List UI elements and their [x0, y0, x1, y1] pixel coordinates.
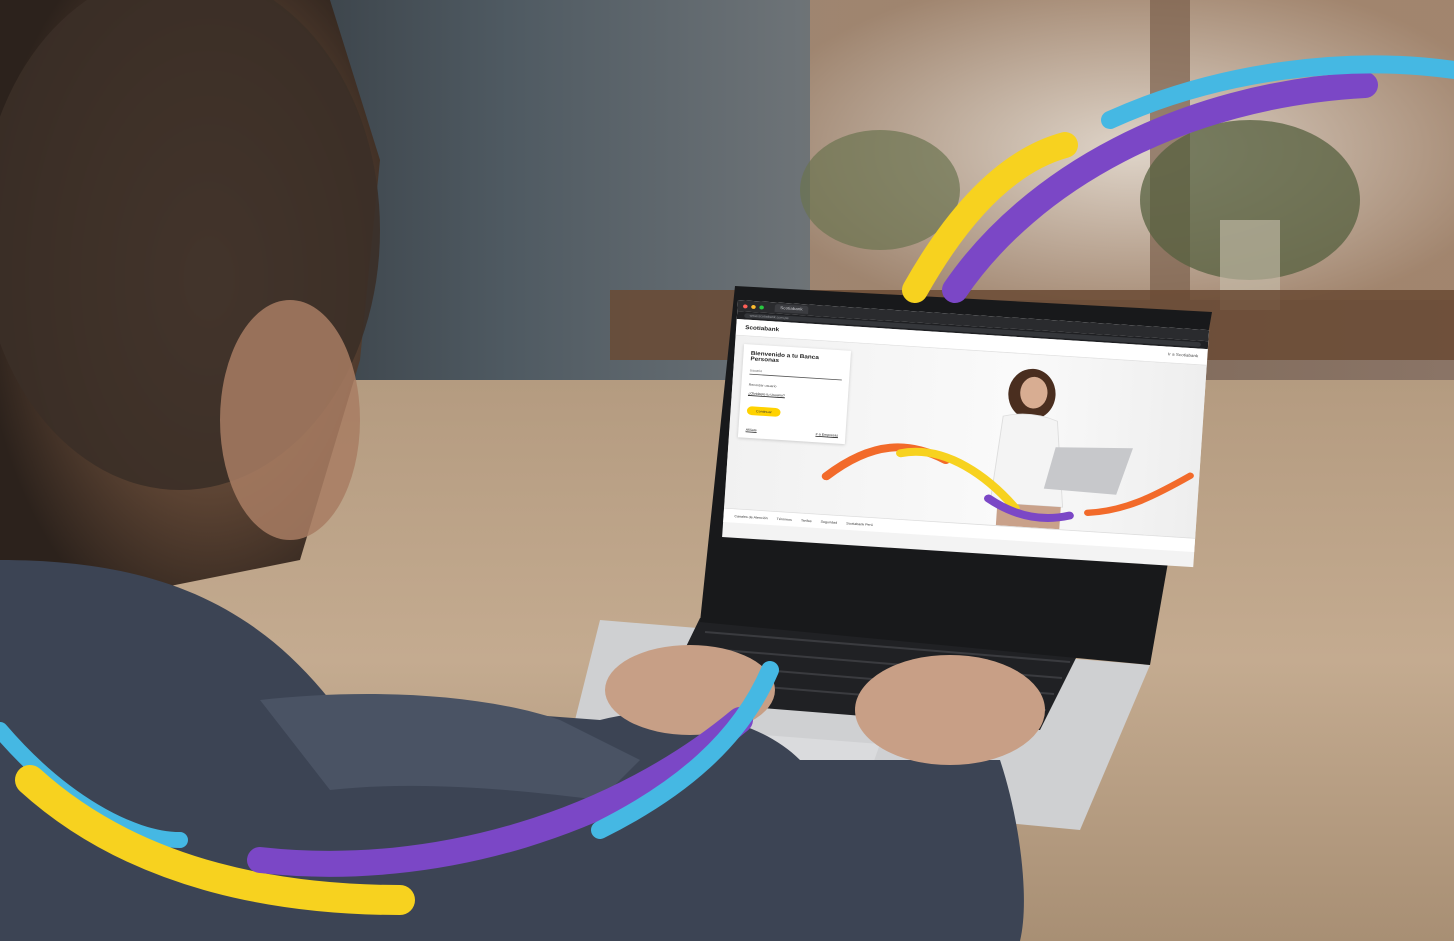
browser-tab[interactable]: Scotiabank [774, 303, 809, 314]
footer-link[interactable]: Canales de Atención [734, 514, 768, 520]
footer-link[interactable]: Seguridad [821, 520, 838, 525]
woman-laptop [1043, 447, 1133, 495]
close-dot-icon[interactable] [742, 303, 748, 309]
footer-link[interactable]: Scotiabank Perú [846, 521, 873, 527]
laptop-screen: Scotiabank www.scotiabank.com.pe Scotiab… [722, 300, 1210, 568]
footer-link[interactable]: Términos [777, 517, 792, 522]
minimize-dot-icon[interactable] [751, 304, 756, 309]
maximize-dot-icon[interactable] [759, 304, 765, 310]
bank-logo[interactable]: Scotiabank [745, 325, 779, 333]
hero-section: Bienvenido a tu Banca Personas Usuario R… [723, 335, 1207, 553]
photo-scene: Scotiabank www.scotiabank.com.pe Scotiab… [0, 0, 1454, 941]
footer-link[interactable]: Tarifas [801, 518, 812, 523]
header-link[interactable]: Ir a Scotiabank [1168, 352, 1199, 359]
